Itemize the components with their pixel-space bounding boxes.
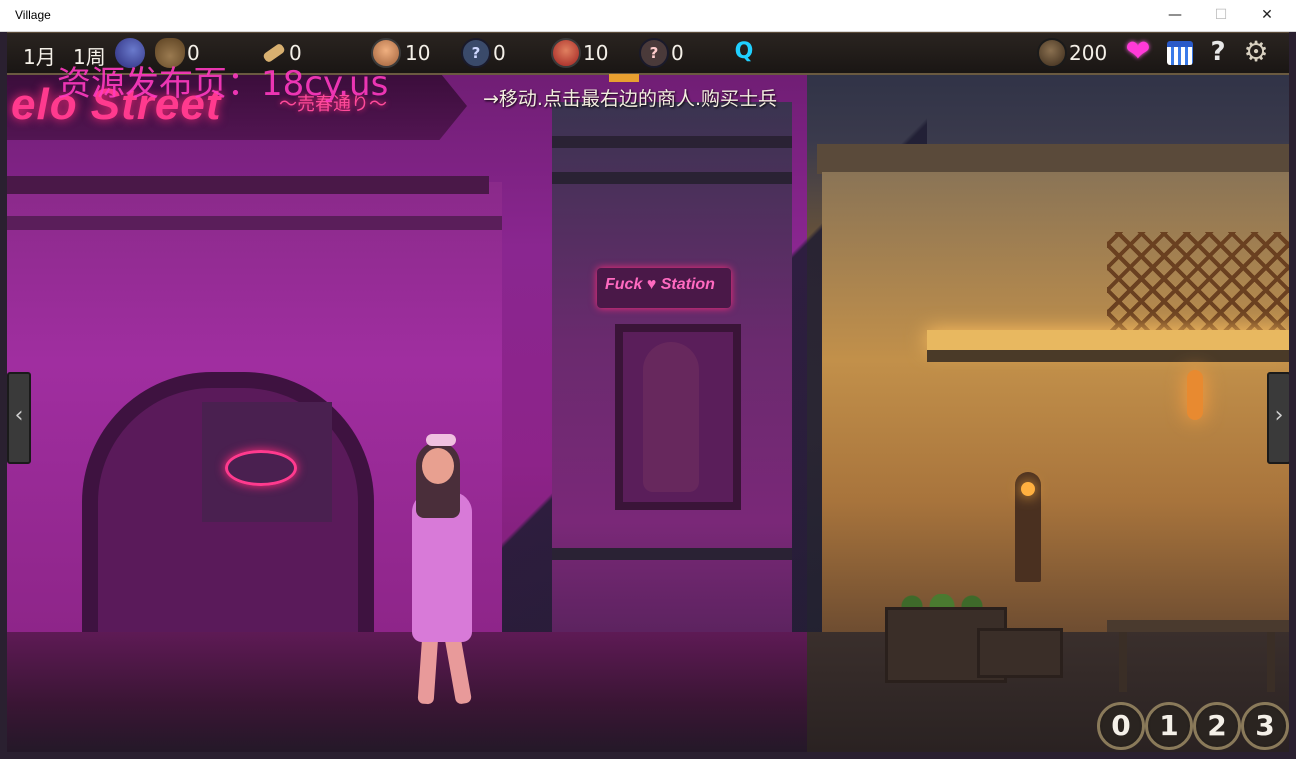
month-label: 1月 <box>23 45 56 69</box>
minimize-button[interactable]: — <box>1152 0 1198 30</box>
redhead-portrait-icon[interactable] <box>551 38 581 68</box>
game-viewport[interactable]: elo Street ～売春通り～ Fuck ♥ Station ‹ › 1月 … <box>7 32 1289 752</box>
market-awning <box>927 330 1289 350</box>
speed-button-0[interactable]: 0 <box>1097 702 1145 750</box>
character-face <box>422 448 454 484</box>
street-scene: elo Street ～売春通り～ Fuck ♥ Station <box>7 32 1289 752</box>
neon-lips-icon <box>225 450 297 486</box>
coin-icon <box>1037 38 1067 68</box>
coin-count: 200 <box>1069 41 1108 65</box>
question-icon[interactable]: ? <box>461 38 491 68</box>
market-roof <box>817 144 1289 174</box>
hud-tab-indicator <box>609 74 639 82</box>
building-ledge <box>7 176 489 194</box>
instruction-text: →移动.点击最右边的商人.购买士兵 <box>483 88 777 110</box>
wooden-lattice <box>1107 232 1289 332</box>
question-icon[interactable]: ? <box>639 38 669 68</box>
wooden-bench <box>1107 620 1289 632</box>
station-sign-text: Fuck ♥ Station <box>605 276 715 293</box>
bench-leg <box>1119 632 1127 692</box>
lamp-light-icon <box>1021 482 1035 496</box>
character-leg <box>443 631 473 705</box>
tower-beam <box>552 136 792 148</box>
window-title: Village <box>15 8 51 22</box>
character-leg <box>417 631 439 705</box>
close-button[interactable]: ✕ <box>1244 0 1290 30</box>
building-ledge <box>7 216 502 230</box>
maximize-button[interactable]: ☐ <box>1198 0 1244 30</box>
watermark-text: 资源发布页：18cy.us <box>57 64 389 104</box>
player-character[interactable] <box>402 432 492 712</box>
speed-button-3[interactable]: 3 <box>1241 702 1289 750</box>
search-icon[interactable]: Q <box>729 38 759 68</box>
window-silhouette <box>643 342 699 492</box>
soldier-a-count: 10 <box>405 41 431 65</box>
scroll-left-button[interactable]: ‹ <box>7 372 31 464</box>
awning-beam <box>927 350 1289 362</box>
help-icon[interactable]: ? <box>1203 38 1233 68</box>
lantern-icon <box>1187 370 1203 420</box>
unknown-a-count: 0 <box>493 41 506 65</box>
tower-beam <box>552 548 792 560</box>
character-bow <box>426 434 456 446</box>
soldier-b-count: 10 <box>583 41 609 65</box>
window-titlebar: Village — ☐ ✕ <box>0 0 1296 32</box>
tower-beam <box>552 172 792 184</box>
speed-button-2[interactable]: 2 <box>1193 702 1241 750</box>
calendar-icon[interactable] <box>1167 41 1193 65</box>
gear-icon[interactable]: ⚙ <box>1241 38 1271 68</box>
unknown-b-count: 0 <box>671 41 684 65</box>
scroll-right-button[interactable]: › <box>1267 372 1289 464</box>
produce-crate <box>977 628 1063 678</box>
bench-leg <box>1267 632 1275 692</box>
speed-button-1[interactable]: 1 <box>1145 702 1193 750</box>
heart-icon[interactable]: ❤ <box>1123 37 1153 68</box>
